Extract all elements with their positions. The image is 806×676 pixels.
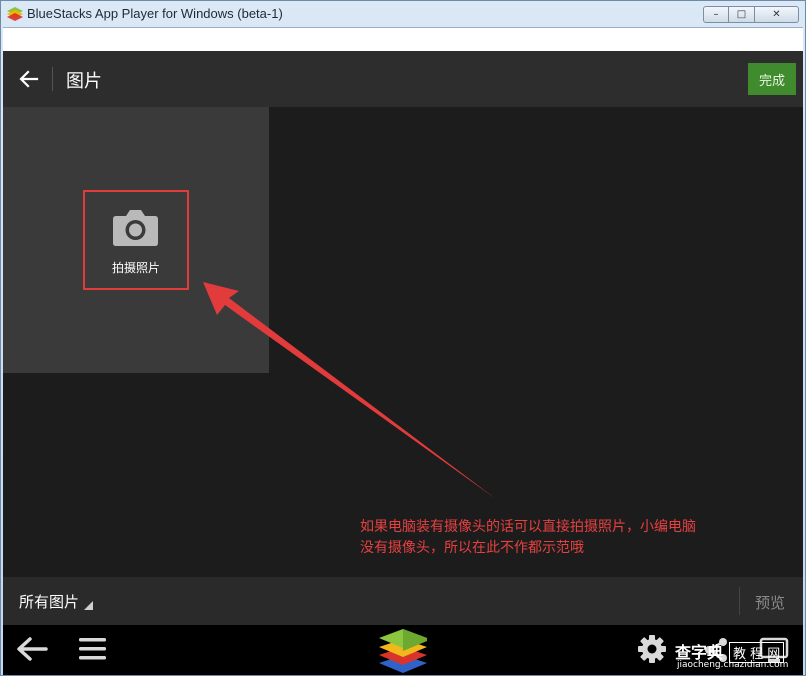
bluestacks-app-icon bbox=[7, 7, 23, 21]
watermark-url: jiaocheng.chazidian.com bbox=[677, 660, 789, 670]
dropdown-triangle-icon bbox=[84, 601, 94, 610]
close-button[interactable]: ✕ bbox=[755, 6, 799, 23]
android-app-area: 图片 完成 拍摄照片 如果电脑装有摄像头的话可以直接拍摄照片，小编电脑 没有摄像… bbox=[3, 51, 803, 675]
action-bar: 图片 完成 bbox=[3, 51, 803, 107]
maximize-button[interactable]: □ bbox=[729, 6, 755, 23]
window-frame: BlueStacks App Player for Windows (beta-… bbox=[0, 0, 806, 676]
bluestacks-nav-bar: 查字典教 程 网 jiaocheng.chazidian.com bbox=[3, 625, 803, 675]
bluestacks-logo-icon[interactable] bbox=[379, 627, 427, 673]
maximize-icon: □ bbox=[736, 8, 747, 20]
page-title: 图片 bbox=[66, 71, 102, 92]
window-titlebar[interactable]: BlueStacks App Player for Windows (beta-… bbox=[1, 1, 806, 27]
close-icon: ✕ bbox=[772, 8, 781, 20]
preview-button[interactable]: 预览 bbox=[755, 592, 785, 613]
watermark: 查字典教 程 网 jiaocheng.chazidian.com bbox=[675, 639, 801, 673]
bottom-bar: 所有图片 预览 bbox=[3, 577, 803, 625]
done-button[interactable]: 完成 bbox=[748, 63, 796, 95]
window-client-top bbox=[3, 27, 803, 51]
annotation-arrow bbox=[203, 282, 496, 499]
album-dropdown-label: 所有图片 bbox=[19, 593, 80, 611]
minimize-icon: – bbox=[713, 8, 719, 20]
annotation-line: 如果电脑装有摄像头的话可以直接拍摄照片，小编电脑 bbox=[360, 519, 696, 535]
annotation-line: 没有摄像头，所以在此不作都示范哦 bbox=[360, 540, 584, 556]
gallery-content: 拍摄照片 如果电脑装有摄像头的话可以直接拍摄照片，小编电脑 没有摄像头，所以在此… bbox=[3, 107, 803, 577]
preview-divider bbox=[739, 587, 740, 615]
back-arrow-icon[interactable] bbox=[15, 65, 43, 93]
action-bar-divider bbox=[52, 67, 53, 91]
window-title: BlueStacks App Player for Windows (beta-… bbox=[27, 6, 283, 21]
album-dropdown[interactable]: 所有图片 bbox=[19, 591, 94, 612]
settings-icon[interactable] bbox=[638, 635, 666, 663]
window-controls: – □ ✕ bbox=[703, 6, 799, 24]
back-arrow-icon[interactable] bbox=[15, 635, 49, 663]
menu-icon[interactable] bbox=[79, 637, 106, 661]
minimize-button[interactable]: – bbox=[703, 6, 729, 23]
annotation-text: 如果电脑装有摄像头的话可以直接拍摄照片，小编电脑 没有摄像头，所以在此不作都示范… bbox=[360, 517, 780, 559]
